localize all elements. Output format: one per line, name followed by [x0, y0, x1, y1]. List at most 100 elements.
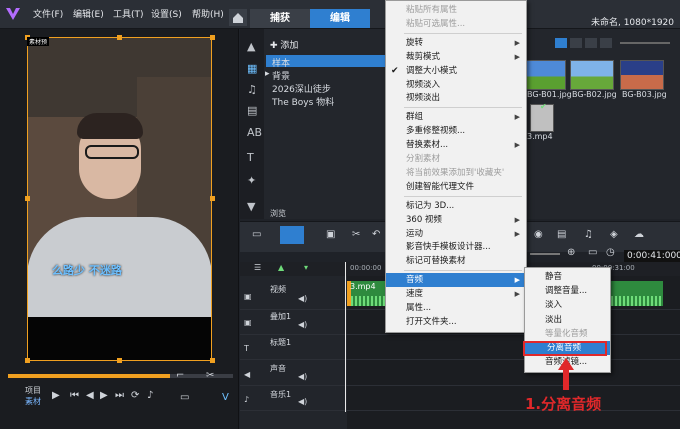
skip-end-icon[interactable]: ⏭ — [115, 390, 124, 401]
folder-item-background[interactable]: ▸ 背景 — [265, 69, 290, 82]
repeat-icon[interactable]: ⟳ — [131, 390, 139, 401]
subtitle-icon[interactable]: ☁ — [634, 229, 644, 240]
browse-button[interactable]: 浏览 — [270, 208, 286, 219]
title-icon[interactable]: T — [247, 151, 254, 164]
tools-icon[interactable]: ✂ — [352, 229, 360, 240]
fit-icon[interactable]: ▭ — [588, 247, 597, 258]
context-menu-item[interactable]: 裁剪模式 ▶ — [386, 50, 526, 64]
zoom-in-icon[interactable]: ⊕ — [567, 247, 575, 258]
resize-handle[interactable] — [25, 196, 30, 201]
context-menu-item[interactable]: ✔ 调整大小模式 — [386, 64, 526, 78]
expand-icon[interactable]: ▼ — [247, 200, 255, 213]
folder-item-sample[interactable]: 样本 — [272, 56, 290, 69]
resize-handle[interactable] — [210, 358, 215, 363]
play-icon[interactable]: ▶ — [52, 390, 60, 401]
resize-handle[interactable] — [210, 35, 215, 40]
media-icon[interactable]: ▦ — [247, 62, 257, 75]
add-track-icon[interactable]: ▲ — [278, 263, 284, 272]
track-manager-icon[interactable]: ▣ — [326, 229, 335, 240]
thumbnail-bg-b01[interactable] — [522, 60, 566, 90]
thumbnail-bg-b02[interactable] — [570, 60, 614, 90]
clip-mode-label[interactable]: 素材 — [25, 396, 41, 407]
submenu-item[interactable]: 静音 — [525, 270, 610, 284]
title-editor-icon[interactable]: AB — [247, 126, 262, 139]
sort-icon[interactable] — [585, 38, 597, 48]
undo-icon[interactable]: ↶ — [372, 229, 380, 240]
add-folder-button[interactable]: ✚ 添加 — [270, 38, 298, 51]
context-menu-item[interactable]: 视频淡出 — [386, 91, 526, 105]
context-menu-item[interactable]: 标记可替换素材 — [386, 254, 526, 268]
tab-capture[interactable]: 捕获 — [250, 9, 310, 28]
clock-icon[interactable]: ◷ — [606, 247, 615, 258]
resize-handle[interactable] — [117, 35, 122, 40]
context-menu-item[interactable]: 属性... — [386, 301, 526, 315]
context-menu-item[interactable]: 多重修整视频... — [386, 124, 526, 138]
view-list-icon[interactable] — [570, 38, 582, 48]
menu-tools[interactable]: 工具(T) — [113, 7, 144, 20]
resize-handle[interactable] — [25, 358, 30, 363]
storyboard-view-icon[interactable]: ▭ — [252, 229, 261, 240]
folder-item-hike[interactable]: 2026深山徒步 — [272, 82, 331, 95]
context-menu-item[interactable]: 群组 ▶ — [386, 110, 526, 124]
submenu-item-label: 调整音量... — [545, 286, 588, 297]
menu-edit[interactable]: 编辑(E) — [73, 7, 104, 20]
mix-icon[interactable]: ▤ — [557, 229, 566, 240]
crop-icon[interactable]: ⌐ — [176, 370, 184, 381]
mute-icon[interactable]: ◀) — [298, 372, 307, 381]
context-menu-item[interactable]: 运动 ▶ — [386, 227, 526, 241]
menu-settings[interactable]: 设置(S) — [151, 7, 182, 20]
submenu-item[interactable]: 淡入 — [525, 298, 610, 312]
playhead[interactable] — [345, 262, 346, 412]
skip-start-icon[interactable]: ⏮ — [70, 390, 79, 401]
record-icon[interactable]: ◉ — [534, 229, 543, 240]
context-menu-item[interactable]: 标记为 3D... — [386, 199, 526, 213]
timeline-view-button[interactable] — [280, 226, 304, 244]
step-forward-icon[interactable]: ▶ — [100, 390, 108, 401]
project-mode-label[interactable]: 项目 — [25, 385, 41, 396]
aspect-icon[interactable]: ▭ — [180, 392, 189, 403]
context-menu-item[interactable]: 视频淡入 — [386, 78, 526, 92]
resize-handle[interactable] — [117, 358, 122, 363]
context-menu-item[interactable]: 打开文件夹... — [386, 315, 526, 329]
track-list-icon[interactable]: ☰ — [254, 263, 261, 272]
step-back-icon[interactable]: ◀ — [86, 390, 94, 401]
volume-icon[interactable]: ♪ — [147, 390, 153, 401]
vertical-icon[interactable]: V — [222, 392, 229, 403]
mute-icon[interactable]: ◀) — [298, 320, 307, 329]
thumb-size-slider[interactable] — [620, 42, 670, 44]
menu-file[interactable]: 文件(F) — [33, 7, 63, 20]
folder-item-boys[interactable]: The Boys 物料 — [272, 95, 334, 108]
mute-icon[interactable]: ◀) — [298, 397, 307, 406]
context-menu-item[interactable]: 速度 ▶ — [386, 287, 526, 301]
thumbnail-bg-b03[interactable] — [620, 60, 664, 90]
transition-icon[interactable]: ▤ — [247, 104, 257, 117]
context-menu-item[interactable]: 旋转 ▶ — [386, 36, 526, 50]
submenu-arrow-icon: ▶ — [514, 229, 520, 238]
collapse-icon[interactable]: ▲ — [247, 40, 255, 53]
filter-icon[interactable] — [600, 38, 612, 48]
submenu-item[interactable]: 调整音量... — [525, 284, 610, 298]
mute-icon[interactable]: ◀) — [298, 294, 307, 303]
context-menu-item[interactable]: 替换素材... ▶ — [386, 138, 526, 152]
context-menu-item[interactable]: 影音快手模板设计器... — [386, 240, 526, 254]
context-menu-item[interactable]: 360 视频 ▶ — [386, 213, 526, 227]
zoom-slider[interactable] — [530, 253, 560, 255]
motion-icon[interactable]: ◈ — [610, 229, 618, 240]
submenu-item[interactable]: 淡出 — [525, 313, 610, 327]
context-menu-item[interactable]: 音频 ▶ — [386, 273, 526, 288]
view-thumbnail-icon[interactable] — [555, 38, 567, 48]
context-menu-item[interactable]: 创建智能代理文件 — [386, 180, 526, 194]
resize-handle[interactable] — [210, 196, 215, 201]
timeline-timecode[interactable]: 0:00:41:000 — [624, 250, 680, 262]
instant-project-icon[interactable]: ♫ — [247, 83, 257, 96]
tab-edit[interactable]: 编辑 — [310, 9, 370, 28]
context-menu-item-label: 分割素材 — [406, 154, 441, 164]
home-tab[interactable] — [229, 9, 247, 26]
music-icon[interactable]: ♫ — [584, 229, 593, 240]
submenu-arrow-icon: ▶ — [514, 52, 520, 61]
menu-help[interactable]: 帮助(H) — [192, 7, 224, 20]
graphics-icon[interactable]: ✦ — [247, 174, 256, 187]
split-icon[interactable]: ✂ — [206, 370, 214, 381]
overlay-track-icon: ▣ — [244, 318, 252, 327]
ripple-icon[interactable]: ▾ — [304, 263, 308, 272]
